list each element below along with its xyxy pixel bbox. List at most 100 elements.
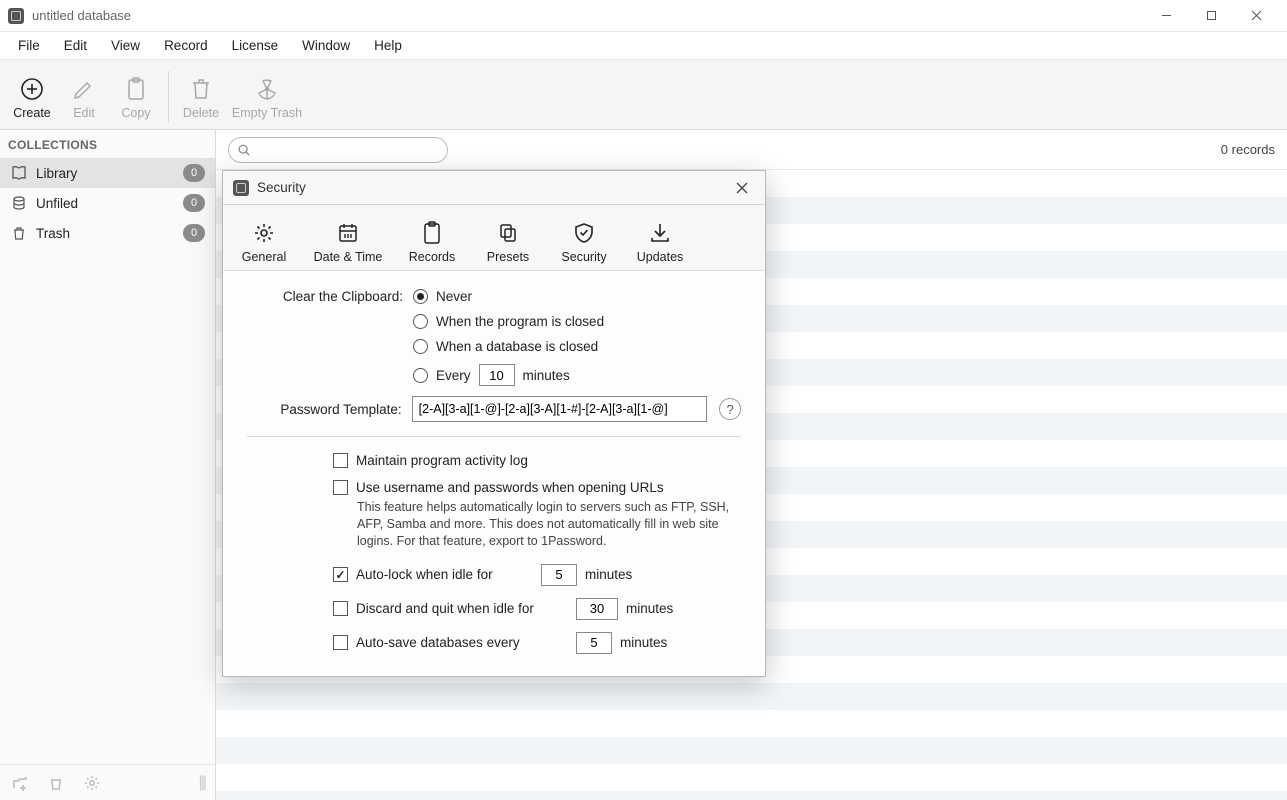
toolbar-label: Copy xyxy=(121,106,150,120)
delete-button[interactable]: Delete xyxy=(175,73,227,120)
use-creds-label: Use username and passwords when opening … xyxy=(356,480,664,495)
checkbox-autolock[interactable] xyxy=(333,567,348,582)
stack-icon xyxy=(10,194,28,212)
toolbar-label: Edit xyxy=(73,106,95,120)
download-icon xyxy=(647,220,673,246)
menu-help[interactable]: Help xyxy=(362,34,414,57)
radio-every[interactable] xyxy=(413,368,428,383)
search-input-wrap[interactable] xyxy=(228,137,448,163)
toolbar-label: Delete xyxy=(183,106,219,120)
shield-icon xyxy=(571,220,597,246)
autosave-minutes-input[interactable] xyxy=(576,632,612,654)
checkbox-use-creds[interactable] xyxy=(333,480,348,495)
autosave-suffix: minutes xyxy=(620,635,667,650)
minimize-button[interactable] xyxy=(1144,1,1189,31)
dialog-tabs: General Date & Time Records Presets Secu… xyxy=(223,205,765,271)
tab-label: Updates xyxy=(637,250,684,264)
autolock-minutes-input[interactable] xyxy=(541,564,577,586)
edit-button[interactable]: Edit xyxy=(58,73,110,120)
checkbox-autosave[interactable] xyxy=(333,635,348,650)
dialog-title: Security xyxy=(257,180,729,195)
tab-updates[interactable]: Updates xyxy=(623,211,697,270)
autolock-suffix: minutes xyxy=(585,567,632,582)
sidebar-header: COLLECTIONS xyxy=(0,130,215,158)
radio-program-closed-label: When the program is closed xyxy=(436,314,604,329)
tab-date-time[interactable]: Date & Time xyxy=(303,211,393,270)
search-input[interactable] xyxy=(257,142,439,157)
count-badge: 0 xyxy=(183,194,205,212)
discard-minutes-input[interactable] xyxy=(576,598,618,620)
tab-label: Presets xyxy=(487,250,529,264)
tab-label: Date & Time xyxy=(314,250,383,264)
clipboard-label: Clear the Clipboard: xyxy=(247,289,413,304)
password-template-label: Password Template: xyxy=(247,402,412,417)
copy-button[interactable]: Copy xyxy=(110,73,162,120)
count-badge: 0 xyxy=(183,164,205,182)
sidebar-item-label: Unfiled xyxy=(36,196,175,211)
discard-suffix: minutes xyxy=(626,601,673,616)
radiation-icon xyxy=(253,75,281,103)
search-icon xyxy=(237,143,251,157)
toolbar-label: Create xyxy=(13,106,51,120)
menu-window[interactable]: Window xyxy=(290,34,362,57)
menu-edit[interactable]: Edit xyxy=(52,34,99,57)
help-button[interactable]: ? xyxy=(719,398,741,420)
separator xyxy=(247,436,741,437)
sidebar-footer: ||| xyxy=(0,764,215,800)
tab-records[interactable]: Records xyxy=(395,211,469,270)
tab-label: Security xyxy=(561,250,606,264)
clipboard-icon xyxy=(122,75,150,103)
toolbar-divider xyxy=(168,71,169,123)
window-title: untitled database xyxy=(32,8,1144,23)
sidebar-item-trash[interactable]: Trash 0 xyxy=(0,218,215,248)
maximize-button[interactable] xyxy=(1189,1,1234,31)
settings-collection-button[interactable] xyxy=(82,773,102,793)
tab-label: Records xyxy=(409,250,456,264)
checkbox-discard[interactable] xyxy=(333,601,348,616)
toolbar-label: Empty Trash xyxy=(232,106,302,120)
create-button[interactable]: Create xyxy=(6,73,58,120)
menu-record[interactable]: Record xyxy=(152,34,220,57)
radio-never-label: Never xyxy=(436,289,472,304)
security-dialog: Security General Date & Time Records Pre… xyxy=(222,170,766,677)
use-creds-help: This feature helps automatically login t… xyxy=(333,499,733,550)
tab-label: General xyxy=(242,250,286,264)
empty-trash-button[interactable]: Empty Trash xyxy=(227,73,307,120)
radio-every-prefix: Every xyxy=(436,368,471,383)
autosave-label: Auto-save databases every xyxy=(356,635,520,650)
menu-file[interactable]: File xyxy=(6,34,52,57)
radio-db-closed[interactable] xyxy=(413,339,428,354)
password-template-input[interactable] xyxy=(412,396,708,422)
radio-never[interactable] xyxy=(413,289,428,304)
sidebar-item-library[interactable]: Library 0 xyxy=(0,158,215,188)
sidebar-item-label: Library xyxy=(36,166,175,181)
menu-view[interactable]: View xyxy=(99,34,152,57)
record-count: 0 records xyxy=(1221,142,1275,157)
book-icon xyxy=(10,164,28,182)
checkbox-activity-log[interactable] xyxy=(333,453,348,468)
dialog-close-button[interactable] xyxy=(729,175,755,201)
autolock-label: Auto-lock when idle for xyxy=(356,567,493,582)
sidebar-item-unfiled[interactable]: Unfiled 0 xyxy=(0,188,215,218)
tab-security[interactable]: Security xyxy=(547,211,621,270)
tab-presets[interactable]: Presets xyxy=(471,211,545,270)
menu-license[interactable]: License xyxy=(220,34,291,57)
activity-log-label: Maintain program activity log xyxy=(356,453,528,468)
delete-collection-button[interactable] xyxy=(46,773,66,793)
sidebar-resize-grip[interactable]: ||| xyxy=(199,774,205,792)
sidebar: COLLECTIONS Library 0 Unfiled 0 Trash 0 … xyxy=(0,130,216,800)
calendar-icon xyxy=(335,220,361,246)
every-minutes-input[interactable] xyxy=(479,364,515,386)
titlebar: untitled database xyxy=(0,0,1287,32)
radio-program-closed[interactable] xyxy=(413,314,428,329)
dialog-app-icon xyxy=(233,180,249,196)
add-collection-button[interactable] xyxy=(10,773,30,793)
sidebar-item-label: Trash xyxy=(36,226,175,241)
discard-label: Discard and quit when idle for xyxy=(356,601,534,616)
tab-general[interactable]: General xyxy=(227,211,301,270)
close-button[interactable] xyxy=(1234,1,1279,31)
trash-icon xyxy=(187,75,215,103)
plus-circle-icon xyxy=(18,75,46,103)
trash-icon xyxy=(10,224,28,242)
minutes-suffix: minutes xyxy=(523,368,570,383)
